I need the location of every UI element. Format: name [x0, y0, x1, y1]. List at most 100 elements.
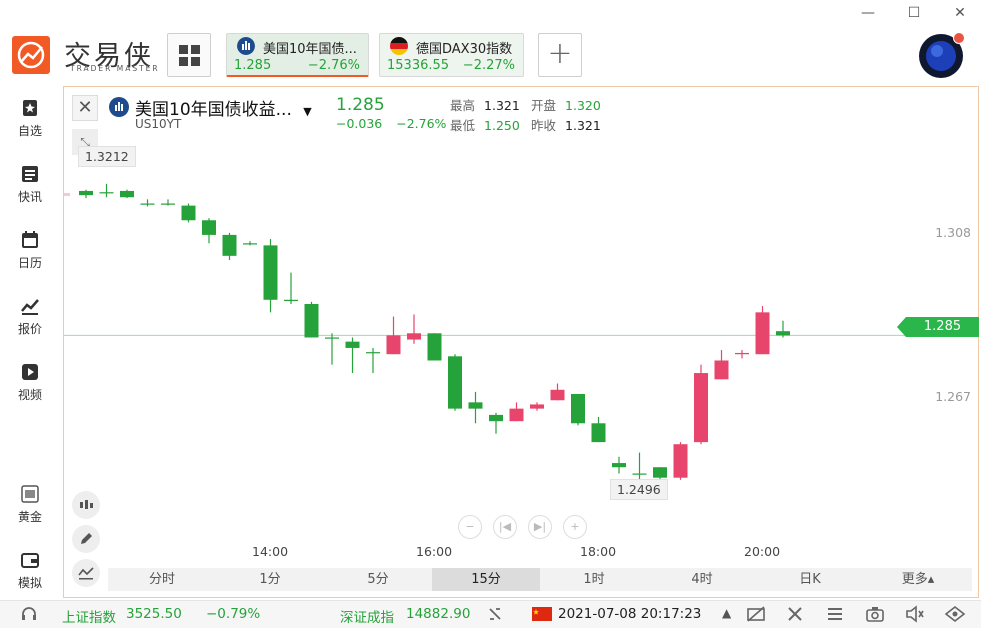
candle-body — [571, 393, 585, 424]
video-icon — [22, 364, 38, 380]
sz-index-label[interactable]: 深证成指 — [340, 606, 394, 626]
candle-body — [366, 352, 380, 354]
volume-icon[interactable] — [905, 605, 925, 627]
tab-dax30[interactable]: 德国DAX30指数 15336.55 −2.27% — [379, 33, 524, 77]
candle-body — [694, 373, 708, 443]
sidebar-item-label: 自选 — [17, 124, 42, 138]
candle-body — [673, 444, 688, 478]
sidebar-item-label: 日历 — [17, 256, 42, 270]
grid-icon — [179, 45, 188, 54]
candle-body — [99, 192, 114, 194]
timeframe-3[interactable]: 15分 — [432, 568, 540, 591]
candle-body — [202, 220, 216, 235]
current-price-tag: 1.285 — [897, 317, 979, 337]
candle-body — [714, 360, 729, 380]
zoom-out-button[interactable]: − — [458, 515, 482, 539]
chart-panel: ✕ ⤡ 美国10年国债收益... ▼ US10YT 1.285 −0.036 −… — [63, 86, 979, 598]
stat-high: 最高 1.321 — [450, 98, 520, 113]
minimize-button[interactable]: — — [857, 4, 879, 22]
tab-change: −2.76% — [307, 58, 360, 73]
chart-type-button[interactable] — [72, 491, 100, 519]
zoom-in-button[interactable]: + — [563, 515, 587, 539]
sidebar-item-label: 报价 — [17, 322, 42, 336]
timeframe-1[interactable]: 1分 — [216, 568, 324, 591]
candle-body — [161, 203, 175, 205]
switch-icon[interactable] — [486, 605, 504, 627]
close-chart-button[interactable]: ✕ — [72, 95, 98, 121]
candle-body — [284, 299, 298, 302]
sidebar-item-quotes[interactable]: 报价 — [0, 296, 60, 337]
headset-icon[interactable] — [20, 605, 38, 627]
sh-index-label[interactable]: 上证指数 — [62, 606, 116, 626]
sidebar-item-news[interactable]: 快讯 — [0, 164, 60, 205]
candle-body — [591, 423, 606, 443]
candle-body — [243, 243, 257, 245]
candle-body — [530, 404, 544, 409]
sh-index-value: 3525.50 — [126, 606, 182, 622]
symbol-code: US10YT — [135, 117, 182, 131]
pencil-icon — [81, 533, 92, 544]
candle-body — [735, 352, 749, 355]
bookmark-icon — [23, 100, 37, 116]
tab-name: 德国DAX30指数 — [416, 42, 513, 57]
app-window: — ☐ ✕ 交易侠 TRADER MASTER 美国10年国债... 1.285… — [0, 0, 981, 628]
sidebar-item-simulate[interactable]: 模拟 — [0, 550, 60, 591]
candle-body — [448, 356, 462, 409]
camera-icon[interactable] — [866, 605, 884, 627]
timeframe-2[interactable]: 5分 — [324, 568, 432, 591]
sidebar: 自选 快讯 日历 报价 视频 黄金 模拟 — [0, 86, 60, 598]
germany-flag-icon — [390, 37, 408, 55]
candle-body — [550, 389, 565, 401]
timeframe-0[interactable]: 分时 — [108, 568, 216, 591]
layout-grid-button[interactable] — [167, 33, 211, 77]
china-flag-icon — [532, 607, 552, 625]
tools-icon[interactable] — [786, 605, 804, 627]
candle-body — [263, 245, 278, 300]
last-price: 1.285 — [336, 95, 385, 115]
draw-tool-button[interactable] — [72, 525, 100, 553]
candle-body — [304, 303, 319, 338]
avatar[interactable] — [919, 32, 965, 78]
sz-index-value: 14882.90 — [406, 606, 471, 622]
candle-body — [632, 473, 647, 475]
calendar-icon — [22, 231, 38, 248]
candle-body — [407, 333, 421, 340]
candlestick-chart[interactable] — [64, 87, 978, 597]
no-signal-icon[interactable] — [746, 605, 766, 627]
add-tab-button[interactable]: + — [538, 33, 582, 77]
indicator-button[interactable] — [72, 559, 100, 587]
tab-us10y[interactable]: 美国10年国债... 1.285 −2.76% — [226, 33, 369, 77]
sh-index-change: −0.79% — [206, 606, 261, 622]
sidebar-item-label: 模拟 — [17, 576, 42, 590]
sidebar-item-label: 视频 — [17, 388, 42, 402]
candle-body — [386, 335, 401, 355]
candle-body — [612, 463, 626, 468]
candle-body — [120, 190, 134, 198]
candle-body — [427, 333, 442, 361]
timeframe-5[interactable]: 4时 — [648, 568, 756, 591]
candle-body — [509, 408, 524, 422]
change-value: −0.036 — [336, 116, 383, 131]
chevron-down-icon: ▼ — [303, 105, 312, 118]
eye-icon[interactable] — [944, 605, 966, 627]
sidebar-item-watchlist[interactable]: 自选 — [0, 98, 60, 139]
list-icon[interactable] — [826, 605, 844, 627]
scroll-end-button[interactable]: ▶| — [528, 515, 552, 539]
candle-body — [468, 402, 483, 409]
sidebar-item-gold[interactable]: 黄金 — [0, 484, 60, 525]
scroll-start-button[interactable]: |◀ — [493, 515, 517, 539]
us-treasury-icon — [109, 97, 129, 117]
sidebar-item-calendar[interactable]: 日历 — [0, 230, 60, 271]
close-window-button[interactable]: ✕ — [949, 4, 971, 22]
caret-up-icon[interactable]: ▲ — [722, 606, 731, 620]
indicator-icon — [78, 567, 94, 580]
sidebar-item-video[interactable]: 视频 — [0, 362, 60, 403]
timeframe-4[interactable]: 1时 — [540, 568, 648, 591]
timeframe-6[interactable]: 日K — [756, 568, 864, 591]
timeframe-7[interactable]: 更多▴ — [864, 568, 972, 591]
stat-prev-close: 昨收 1.321 — [531, 118, 601, 133]
timeframe-bar: 分时 1分 5分 15分 1时 4时 日K 更多▴ — [108, 568, 972, 591]
maximize-button[interactable]: ☐ — [903, 4, 925, 22]
price-change: −0.036 −2.76% — [336, 116, 446, 131]
change-percent: −2.76% — [396, 116, 447, 131]
